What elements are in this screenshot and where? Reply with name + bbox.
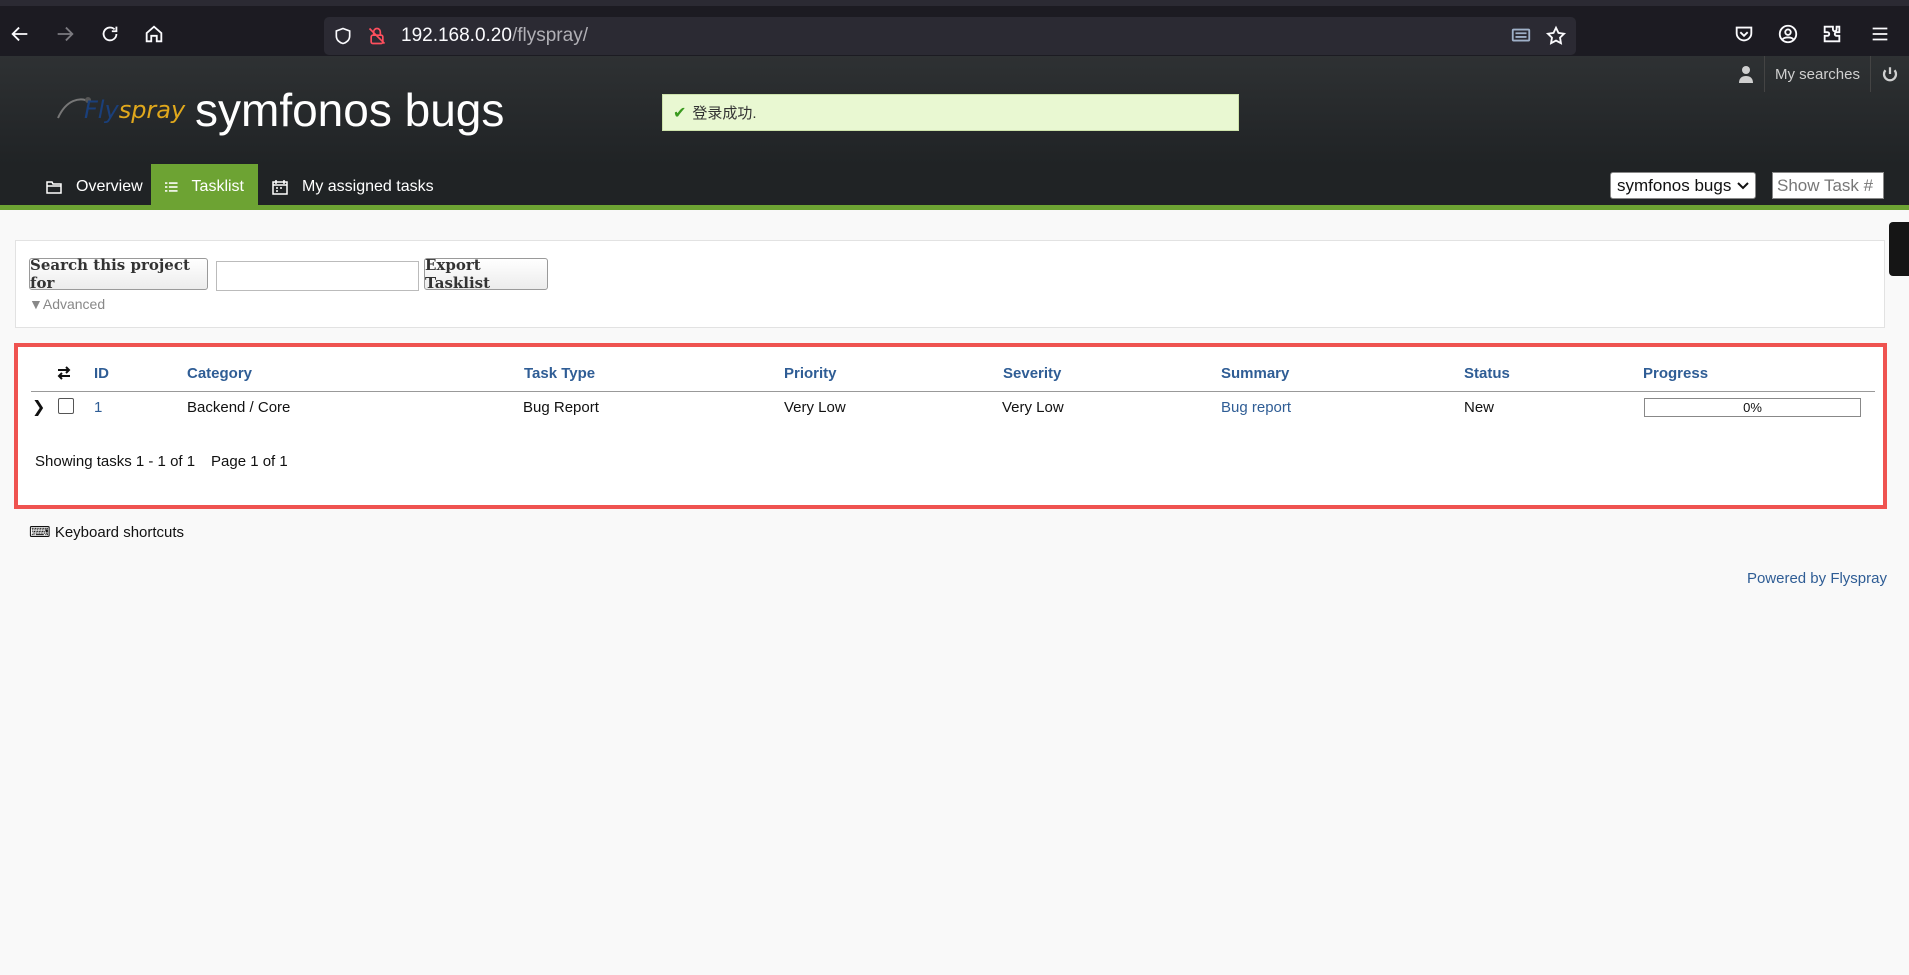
pocket-icon[interactable]	[1728, 18, 1760, 50]
showing-tasks-text: Showing tasks 1 - 1 of 1	[35, 453, 196, 470]
tab-overview[interactable]: Overview	[32, 164, 157, 210]
keyboard-shortcuts-link[interactable]: ⌨ Keyboard shortcuts	[29, 523, 184, 541]
column-header-id[interactable]: ID	[94, 365, 109, 382]
logo-text: Flyspray	[84, 96, 186, 124]
main-tabs: Overview Tasklist My assigned tasks symf…	[0, 164, 1909, 210]
project-select[interactable]: symfonos bugs	[1610, 172, 1756, 199]
search-input[interactable]	[216, 261, 419, 291]
user-icon[interactable]	[1728, 56, 1764, 92]
folder-icon	[46, 181, 62, 194]
task-id-link[interactable]: 1	[94, 399, 102, 416]
powered-by-link[interactable]: Powered by Flyspray	[1747, 570, 1887, 587]
page-info-text: Page 1 of 1	[211, 453, 288, 470]
column-header-summary[interactable]: Summary	[1221, 365, 1289, 382]
menu-icon[interactable]	[1864, 18, 1896, 50]
column-header-severity[interactable]: Severity	[1003, 365, 1061, 382]
search-project-button[interactable]: Search this project for	[29, 256, 208, 292]
my-searches-link[interactable]: My searches	[1763, 56, 1871, 92]
show-task-placeholder: Show Task #	[1777, 175, 1874, 195]
column-header-task-type[interactable]: Task Type	[524, 365, 595, 382]
forward-icon[interactable]	[49, 18, 81, 50]
tab-my-assigned-tasks-label: My assigned tasks	[302, 178, 434, 195]
account-icon[interactable]	[1772, 18, 1804, 50]
show-task-input[interactable]: Show Task #	[1772, 172, 1884, 199]
advanced-toggle[interactable]: ▼Advanced	[29, 296, 105, 312]
success-message[interactable]: ✔ 登录成功.	[662, 94, 1239, 131]
export-tasklist-button[interactable]: Export Tasklist	[424, 256, 548, 292]
page-title[interactable]: symfonos bugs	[195, 83, 504, 137]
chevron-down-icon	[1737, 181, 1749, 189]
home-icon[interactable]	[138, 18, 170, 50]
task-category: Backend / Core	[187, 399, 291, 416]
progress-label: 0%	[1743, 400, 1762, 415]
flyspray-logo[interactable]: Flyspray	[52, 88, 185, 132]
task-severity: Very Low	[1002, 399, 1064, 416]
column-header-status[interactable]: Status	[1464, 365, 1510, 382]
toggle-select-icon[interactable]	[56, 365, 72, 381]
tab-my-assigned-tasks[interactable]: My assigned tasks	[258, 164, 448, 210]
tab-tasklist[interactable]: Tasklist	[151, 164, 258, 210]
search-panel: Search this project for Export Tasklist …	[15, 240, 1885, 328]
tab-overview-label: Overview	[76, 178, 143, 195]
tasklist-table: ID Category Task Type Priority Severity …	[14, 343, 1887, 509]
side-panel-handle[interactable]	[1889, 222, 1909, 276]
url-bar[interactable]: 192.168.0.20/flyspray/	[324, 17, 1576, 55]
logout-power-icon[interactable]	[1871, 56, 1909, 92]
task-progress-bar: 0%	[1644, 398, 1861, 417]
extensions-icon[interactable]	[1816, 18, 1848, 50]
reader-view-icon[interactable]	[1510, 25, 1532, 47]
column-header-priority[interactable]: Priority	[784, 365, 837, 382]
task-type: Bug Report	[523, 399, 599, 416]
app-header: Flyspray symfonos bugs ✔ 登录成功. My search…	[0, 56, 1909, 164]
task-priority: Very Low	[784, 399, 846, 416]
expand-row-icon[interactable]: ❯	[32, 397, 45, 417]
header-divider	[31, 391, 1875, 392]
insecure-lock-icon[interactable]	[366, 25, 388, 47]
url-text: 192.168.0.20/flyspray/	[401, 25, 588, 46]
project-select-value: symfonos bugs	[1617, 175, 1732, 195]
shield-icon[interactable]	[332, 25, 354, 47]
user-area: My searches	[1728, 56, 1909, 92]
task-summary-link[interactable]: Bug report	[1221, 399, 1291, 416]
list-icon	[165, 182, 178, 192]
back-icon[interactable]	[4, 18, 36, 50]
browser-toolbar: 192.168.0.20/flyspray/	[0, 0, 1909, 56]
row-checkbox[interactable]	[58, 398, 74, 414]
task-status: New	[1464, 399, 1495, 416]
calendar-icon	[272, 180, 288, 195]
column-header-progress[interactable]: Progress	[1643, 365, 1708, 382]
tab-tasklist-label: Tasklist	[191, 178, 244, 195]
bookmark-star-icon[interactable]	[1545, 25, 1567, 47]
column-header-category[interactable]: Category	[187, 365, 252, 382]
check-icon: ✔	[673, 104, 687, 122]
success-message-text: 登录成功.	[692, 105, 757, 122]
reload-icon[interactable]	[94, 18, 126, 50]
